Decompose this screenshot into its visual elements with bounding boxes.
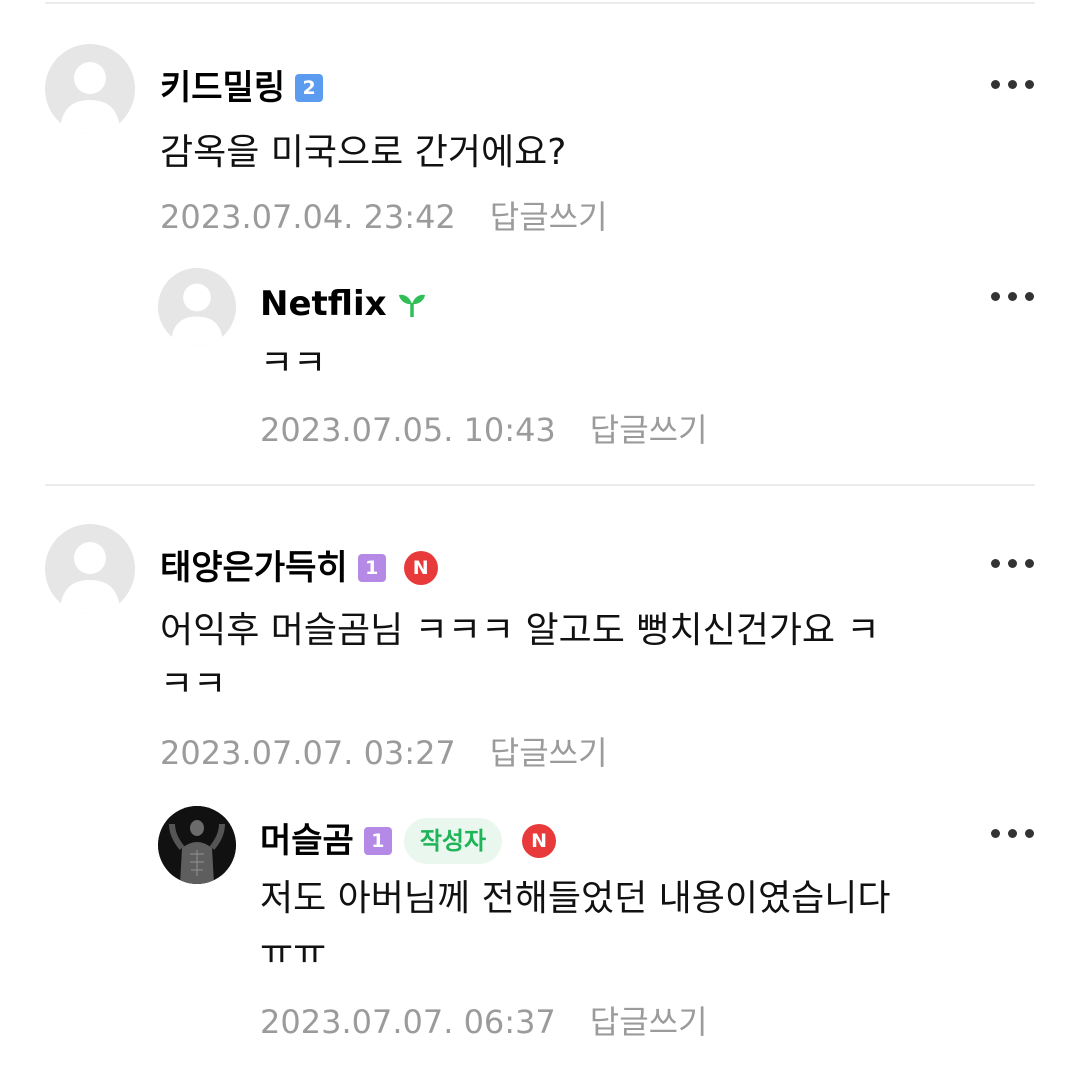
avatar[interactable] — [158, 268, 236, 346]
avatar[interactable] — [45, 44, 135, 134]
comment-date: 2023.07.05. 10:43 — [260, 411, 556, 449]
level-badge: 1 — [363, 827, 392, 855]
comment-date: 2023.07.07. 06:37 — [260, 1003, 556, 1041]
comment-text: 감옥을 미국으로 간거에요? — [160, 132, 567, 173]
reply-button[interactable]: 답글쓰기 — [590, 1003, 708, 1041]
comment-meta: 2023.07.04. 23:42 답글쓰기 — [160, 192, 608, 238]
more-options-icon[interactable] — [991, 74, 1034, 94]
avatar[interactable] — [45, 524, 135, 614]
comment-author-row: 키드밀링 2 — [160, 68, 335, 108]
more-options-icon[interactable] — [991, 553, 1034, 573]
author-name[interactable]: Netflix — [260, 284, 387, 324]
comment-text: 저도 아버님께 전해들었던 내용이였습니다 ㅠㅠ — [260, 878, 891, 973]
new-badge: N — [522, 824, 557, 858]
reply-button[interactable]: 답글쓰기 — [490, 198, 608, 236]
comment-author-row: 머슬곰 1 작성자 N — [260, 818, 557, 864]
new-badge: N — [403, 551, 438, 585]
default-avatar-icon — [60, 62, 120, 134]
more-options-icon[interactable] — [991, 286, 1034, 306]
sprout-icon — [398, 294, 425, 317]
more-options-icon[interactable] — [991, 823, 1034, 843]
default-avatar-icon — [60, 542, 120, 614]
author-name[interactable]: 태양은가득히 — [160, 548, 348, 588]
comment-divider — [45, 484, 1035, 486]
author-badge: 작성자 — [403, 818, 503, 864]
author-name[interactable]: 머슬곰 — [260, 821, 354, 861]
level-badge: 1 — [357, 554, 386, 582]
comment-author-row: 태양은가득히 1 N — [160, 548, 438, 588]
reply-button[interactable]: 답글쓰기 — [490, 734, 608, 772]
comment-text: ㅋㅋ — [260, 343, 327, 384]
author-name[interactable]: 키드밀링 — [160, 68, 285, 108]
top-divider — [45, 2, 1035, 4]
comment-date: 2023.07.04. 23:42 — [160, 198, 456, 236]
comment-meta: 2023.07.07. 03:27 답글쓰기 — [160, 728, 608, 774]
avatar-photo[interactable] — [158, 806, 236, 884]
level-badge: 2 — [295, 74, 324, 102]
reply-button[interactable]: 답글쓰기 — [590, 411, 708, 449]
comment-text: 어익후 머슬곰님 ㅋㅋㅋ 알고도 뻥치신건가요 ㅋ ㅋㅋ — [160, 610, 880, 705]
comment-meta: 2023.07.05. 10:43 답글쓰기 — [260, 405, 708, 451]
profile-photo-icon — [158, 806, 236, 884]
comment-meta: 2023.07.07. 06:37 답글쓰기 — [260, 997, 708, 1043]
default-avatar-icon — [171, 283, 223, 346]
comment-date: 2023.07.07. 03:27 — [160, 734, 456, 772]
comment-author-row: Netflix — [260, 284, 439, 324]
